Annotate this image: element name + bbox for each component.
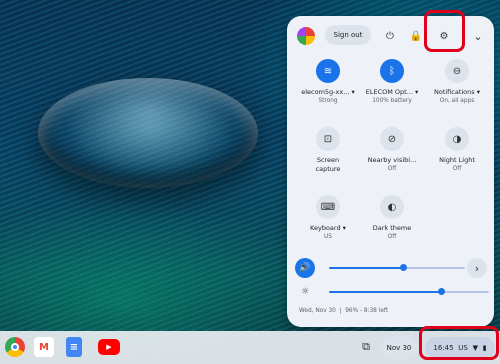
brightness-slider-row: ☼ bbox=[295, 282, 489, 302]
tile-keyboard[interactable]: ⌨ Keyboard ▾ US bbox=[300, 195, 356, 241]
tile-dark-theme-status: Off bbox=[387, 234, 397, 240]
audio-settings-chevron-icon[interactable]: › bbox=[467, 258, 487, 278]
quick-settings-header: Sign out ⏻ 🔒 ⚙ ⌄ bbox=[287, 10, 494, 56]
volume-slider[interactable] bbox=[329, 267, 465, 269]
tray-date[interactable]: Nov 30 bbox=[380, 337, 418, 359]
holding-space-icon[interactable]: ⧉ bbox=[356, 337, 376, 357]
tile-night-light-status: Off bbox=[452, 166, 462, 172]
tile-night-light-label: Night Light bbox=[439, 156, 475, 164]
tile-notifications-status: On, all apps bbox=[439, 98, 475, 104]
wifi-icon: ≋ bbox=[316, 59, 340, 83]
tile-notifications-label: Notifications bbox=[433, 88, 475, 96]
footer-battery: 96% - 8:38 left bbox=[345, 308, 389, 314]
tile-bluetooth-label: ELECOM Opt... bbox=[365, 88, 413, 96]
notifications-icon: ⊖ bbox=[445, 59, 469, 83]
tile-keyboard-status: US bbox=[324, 234, 332, 240]
chrome-icon[interactable] bbox=[5, 337, 25, 357]
tile-night-light[interactable]: ◑ Night Light Off bbox=[429, 127, 485, 173]
brightness-slider-knob[interactable] bbox=[437, 288, 445, 295]
tile-screen-capture-label: Screen bbox=[316, 156, 340, 164]
tile-dark-theme-label: Dark theme bbox=[372, 224, 412, 232]
tile-keyboard-label: Keyboard bbox=[310, 224, 341, 232]
settings-highlight-box bbox=[424, 10, 465, 52]
status-tray-highlight-box bbox=[419, 326, 499, 360]
quick-settings-panel: Sign out ⏻ 🔒 ⚙ ⌄ ≋ elecom5g-xx... ▾ Stro… bbox=[287, 10, 494, 327]
brightness-icon: ☼ bbox=[300, 287, 310, 297]
wallpaper-droplet bbox=[38, 78, 258, 188]
footer-date: Wed, Nov 30 bbox=[299, 308, 336, 314]
tile-bluetooth[interactable]: ᛒ ELECOM Opt... ▾ 100% battery bbox=[364, 59, 420, 105]
tile-screen-capture[interactable]: ⊡ Screen capture bbox=[300, 127, 356, 173]
tile-wifi-label: elecom5g-xx... bbox=[301, 88, 350, 96]
tile-screen-capture-label-2: capture bbox=[315, 165, 341, 173]
youtube-icon[interactable]: ▶ bbox=[98, 339, 120, 355]
brightness-slider[interactable] bbox=[329, 291, 489, 293]
gmail-icon[interactable]: M bbox=[34, 337, 54, 357]
power-icon[interactable]: ⏻ bbox=[379, 25, 401, 47]
tile-bluetooth-status: 100% battery bbox=[372, 98, 412, 104]
tile-wifi[interactable]: ≋ elecom5g-xx... ▾ Strong bbox=[300, 59, 356, 105]
tile-notifications[interactable]: ⊖ Notifications ▾ On, all apps bbox=[429, 59, 485, 105]
bluetooth-icon: ᛒ bbox=[380, 59, 404, 83]
tile-nearby-share[interactable]: ⊘ Nearby visibi... Off bbox=[364, 127, 420, 173]
tile-dark-theme[interactable]: ◐ Dark theme Off bbox=[364, 195, 420, 241]
volume-slider-row: 🔊 › bbox=[295, 258, 487, 278]
tile-nearby-status: Off bbox=[387, 166, 397, 172]
screen-capture-icon: ⊡ bbox=[316, 127, 340, 151]
tile-wifi-status: Strong bbox=[318, 98, 338, 104]
collapse-chevron-icon[interactable]: ⌄ bbox=[467, 25, 489, 47]
docs-icon[interactable]: ≡ bbox=[66, 337, 82, 357]
volume-slider-knob[interactable] bbox=[400, 264, 408, 271]
tile-nearby-label: Nearby visibi... bbox=[367, 156, 417, 164]
keyboard-icon: ⌨ bbox=[316, 195, 340, 219]
nearby-share-icon: ⊘ bbox=[380, 127, 404, 151]
dark-theme-icon: ◐ bbox=[380, 195, 404, 219]
quick-settings-footer: Wed, Nov 30 | 96% - 8:38 left bbox=[299, 308, 389, 314]
night-light-icon: ◑ bbox=[445, 127, 469, 151]
sign-out-button[interactable]: Sign out bbox=[325, 25, 371, 45]
avatar[interactable] bbox=[297, 27, 315, 45]
volume-icon[interactable]: 🔊 bbox=[295, 258, 315, 278]
